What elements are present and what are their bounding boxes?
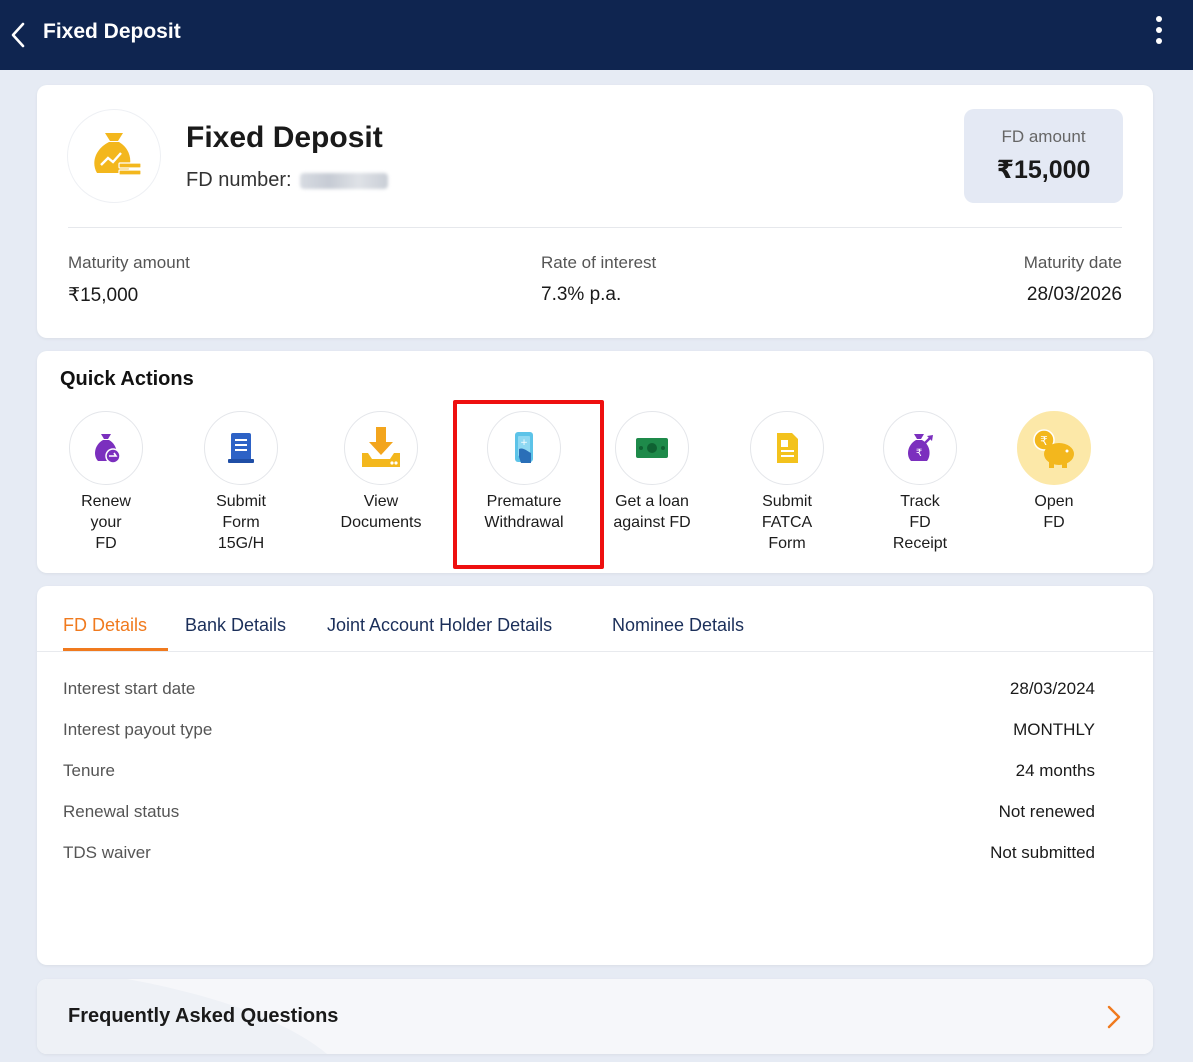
tab-bank-details[interactable]: Bank Details [185, 615, 286, 636]
fd-title: Fixed Deposit [186, 121, 383, 154]
renew-fd-action[interactable]: Renew your FD [39, 411, 173, 554]
fd-amount-value: ₹15,000 [996, 156, 1091, 184]
faq-title: Frequently Asked Questions [68, 1005, 339, 1027]
detail-row: Tenure 24 months [63, 761, 1095, 781]
fd-summary-card: Fixed Deposit FD number: FD amount ₹15,0… [37, 85, 1153, 338]
fd-amount-label: FD amount [1001, 127, 1086, 146]
stat-value: 7.3% p.a. [541, 284, 622, 305]
fd-number: FD number: [186, 169, 388, 192]
cash-loan-icon [615, 411, 689, 485]
detail-row: TDS waiver Not submitted [63, 843, 1095, 863]
tab-joint-account-holder-details[interactable]: Joint Account Holder Details [327, 615, 552, 636]
quick-actions-title: Quick Actions [60, 368, 194, 390]
maturity-date: Maturity date 28/03/2026 [1024, 253, 1122, 306]
stat-value: ₹15,000 [68, 285, 139, 306]
detail-row: Interest start date 28/03/2024 [63, 679, 1095, 699]
detail-value: 24 months [1015, 761, 1095, 780]
fd-amount-box: FD amount ₹15,000 [964, 109, 1123, 203]
track-receipt-icon: ₹ [883, 411, 957, 485]
detail-value: 28/03/2024 [1009, 679, 1095, 698]
detail-row: Renewal status Not renewed [63, 802, 1095, 822]
detail-value: MONTHLY [1013, 720, 1095, 739]
action-label: Open FD [1034, 493, 1074, 531]
details-tabs: FD Details Bank Details Joint Account Ho… [37, 586, 1153, 652]
dot [1156, 16, 1162, 22]
fd-logo [67, 109, 161, 203]
money-bag-icon [94, 133, 142, 176]
detail-value: Not renewed [998, 802, 1095, 821]
submit-fatca-form-action[interactable]: Submit FATCA Form [720, 411, 854, 554]
stat-label: Rate of interest [541, 253, 657, 272]
piggy-bank-icon: ₹ [1017, 411, 1091, 485]
action-label: Submit FATCA Form [761, 493, 813, 552]
detail-key: Tenure [63, 761, 115, 780]
detail-row: Interest payout type MONTHLY [63, 720, 1095, 740]
fd-details-card: FD Details Bank Details Joint Account Ho… [37, 586, 1153, 965]
action-label: Get a loan against FD [613, 493, 691, 531]
header-title: Fixed Deposit [43, 20, 181, 43]
action-label: View Documents [340, 493, 422, 531]
quick-actions-card: Quick Actions Renew your FD Submit Form … [37, 351, 1153, 573]
detail-value: Not submitted [990, 843, 1095, 862]
open-fd-action[interactable]: ₹ Open FD [987, 411, 1121, 533]
renew-fd-icon [69, 411, 143, 485]
action-label: Track FD Receipt [892, 493, 948, 552]
action-label: Renew your FD [81, 493, 131, 552]
download-documents-icon [344, 411, 418, 485]
stat-label: Maturity amount [68, 253, 190, 272]
premature-withdrawal-icon: + [487, 411, 561, 485]
svg-text:₹: ₹ [1040, 434, 1048, 448]
dot [1156, 27, 1162, 33]
detail-key: TDS waiver [63, 843, 151, 862]
dot [1156, 38, 1162, 44]
detail-key: Renewal status [63, 802, 180, 821]
app-header: Fixed Deposit [0, 0, 1193, 70]
rate-of-interest: Rate of interest 7.3% p.a. [541, 253, 656, 306]
loan-against-fd-action[interactable]: Get a loan against FD [585, 411, 719, 533]
track-fd-receipt-action[interactable]: ₹ Track FD Receipt [853, 411, 987, 554]
fd-number-redacted [299, 172, 388, 189]
stat-label: Maturity date [1023, 253, 1122, 272]
active-tab-indicator [63, 648, 168, 651]
chevron-right-icon [1107, 1005, 1121, 1029]
divider [68, 227, 1122, 228]
faq-card[interactable]: Frequently Asked Questions [37, 979, 1153, 1054]
action-label: Premature Withdrawal [484, 493, 564, 531]
more-options-button[interactable] [1149, 13, 1169, 53]
maturity-amount: Maturity amount ₹15,000 [68, 253, 190, 307]
submit-form-15gh-action[interactable]: Submit Form 15G/H [174, 411, 308, 554]
tab-fd-details[interactable]: FD Details [63, 615, 147, 636]
tab-nominee-details[interactable]: Nominee Details [612, 615, 744, 636]
view-documents-action[interactable]: View Documents [314, 411, 448, 533]
premature-withdrawal-action[interactable]: + Premature Withdrawal [457, 411, 591, 533]
chevron-left-icon [11, 22, 25, 48]
stat-value: 28/03/2026 [1026, 284, 1122, 305]
fd-number-label: FD number: [186, 169, 292, 191]
svg-text:+: + [520, 438, 528, 448]
action-label: Submit Form 15G/H [216, 493, 266, 552]
back-button[interactable] [8, 20, 30, 50]
svg-text:₹: ₹ [916, 448, 922, 459]
submit-form-icon [204, 411, 278, 485]
detail-key: Interest payout type [63, 720, 213, 739]
detail-key: Interest start date [63, 679, 196, 698]
fatca-form-icon [750, 411, 824, 485]
